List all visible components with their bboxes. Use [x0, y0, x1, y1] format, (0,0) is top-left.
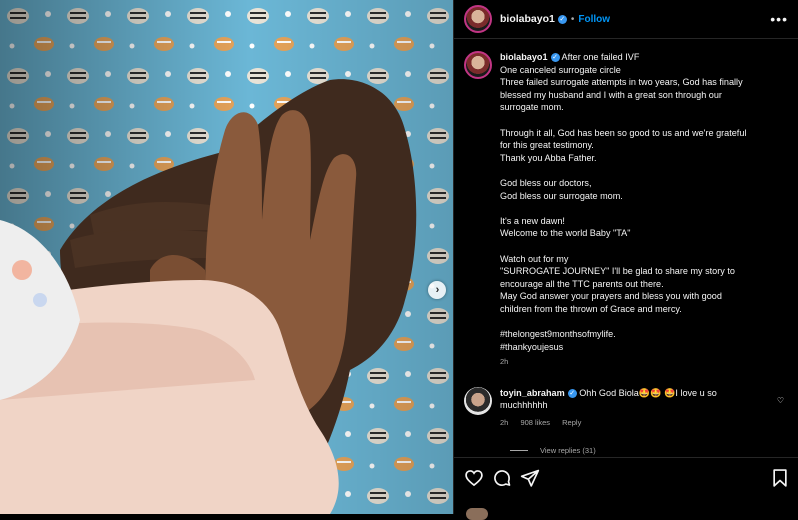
header-username[interactable]: biolabayo1: [500, 13, 555, 25]
comment-avatar[interactable]: [464, 386, 492, 415]
comment-text-line: muchhhhhh: [500, 400, 548, 411]
caption-line: God bless our doctors,: [500, 177, 592, 188]
more-horizontal-icon[interactable]: •••: [770, 11, 788, 27]
send-icon[interactable]: [520, 468, 540, 488]
caption-line: Watch out for my: [500, 253, 569, 264]
chevron-right-icon: ›: [435, 283, 440, 296]
action-bar: [454, 457, 798, 520]
caption-text: After one failed IVF: [561, 52, 640, 62]
caption-line: biolabayo1 ✓ After one failed IVF: [500, 51, 746, 64]
next-image-button[interactable]: ›: [428, 281, 446, 299]
comment-like-heart-icon[interactable]: ♡: [777, 396, 784, 405]
caption-line: [500, 202, 746, 215]
caption-line: "SURROGATE JOURNEY" I'll be glad to shar…: [500, 266, 735, 277]
reply-button[interactable]: Reply: [562, 418, 581, 427]
caption-line: encourage all the TTC parents out there.: [500, 278, 664, 289]
comment-timestamp[interactable]: 2h: [500, 418, 508, 427]
caption: biolabayo1 ✓ After one failed IVF One can…: [464, 51, 786, 369]
comment-item: toyin_abraham ✓ Ohh God Biola🤩🤩 🤩I love u…: [464, 386, 786, 430]
view-replies-button[interactable]: View replies (31): [510, 446, 786, 455]
verified-badge-icon: ✓: [567, 388, 577, 398]
verified-badge-icon: ✓: [557, 14, 567, 24]
comments-section[interactable]: biolabayo1 ✓ After one failed IVF One can…: [454, 39, 798, 458]
caption-line: One canceled surrogate circle: [500, 64, 621, 75]
heart-icon[interactable]: [464, 468, 484, 488]
liker-avatars[interactable]: [466, 508, 488, 520]
post-sidebar: biolabayo1 ✓ • Follow ••• biolabayo1 ✓ Af…: [453, 0, 798, 520]
caption-line: [500, 114, 746, 127]
caption-line: [500, 315, 746, 328]
comment-likes[interactable]: 908 likes: [520, 418, 550, 427]
caption-line: God bless our surrogate mom.: [500, 190, 623, 201]
caption-line: Three failed surrogate attempts in two y…: [500, 77, 743, 88]
caption-line: surrogate mom.: [500, 102, 564, 113]
comment-meta: 2h 908 likes Reply: [500, 417, 762, 430]
comment-text: Ohh God Biola🤩🤩 🤩I love u so: [579, 387, 717, 398]
post-image[interactable]: ›: [0, 0, 453, 514]
action-icons: [454, 458, 798, 488]
caption-username[interactable]: biolabayo1: [500, 52, 548, 62]
post-header: biolabayo1 ✓ • Follow •••: [454, 0, 798, 39]
comment-body: toyin_abraham ✓ Ohh God Biola🤩🤩 🤩I love u…: [500, 387, 762, 430]
hashtag-link[interactable]: #thelongest9monthsofmylife.: [500, 328, 746, 341]
hashtag-link[interactable]: #thankyoujesus: [500, 341, 746, 354]
caption-line: children from the thrown of Grace and me…: [500, 303, 682, 314]
caption-line: for this great testimony.: [500, 140, 594, 151]
caption-line: blessed my husband and I with a great so…: [500, 89, 722, 100]
caption-line: Thank you Abba Father.: [500, 152, 597, 163]
avatar[interactable]: [464, 5, 492, 33]
view-replies-label: View replies (31): [540, 445, 596, 455]
follow-button[interactable]: Follow: [578, 14, 610, 25]
caption-body: biolabayo1 ✓ After one failed IVF One can…: [500, 51, 746, 369]
caption-line: It's a new dawn!: [500, 215, 565, 226]
comment-username[interactable]: toyin_abraham: [500, 388, 565, 398]
instagram-post: › biolabayo1 ✓ • Follow ••• biolabayo1 ✓ …: [0, 0, 798, 520]
caption-line: Welcome to the world Baby "TA": [500, 228, 631, 239]
caption-line: May God answer your prayers and bless yo…: [500, 291, 722, 302]
caption-line: [500, 240, 746, 253]
caption-line: Through it all, God has been so good to …: [500, 127, 747, 138]
separator-dot: •: [570, 13, 575, 25]
caption-avatar[interactable]: [464, 51, 492, 79]
hands-photo: [0, 0, 453, 514]
bookmark-icon[interactable]: [770, 468, 790, 488]
verified-badge-icon: ✓: [550, 53, 560, 63]
comment-icon[interactable]: [492, 468, 512, 488]
replies-divider: [510, 449, 528, 451]
caption-timestamp[interactable]: 2h: [500, 356, 746, 369]
caption-line: [500, 164, 746, 177]
